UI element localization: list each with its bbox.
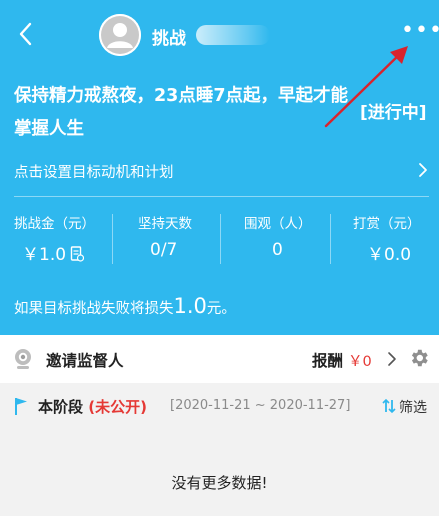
reward-label: 报酬 — [312, 352, 344, 370]
stat-separator — [220, 214, 221, 264]
stat-tips: 打赏（元） ￥0.0 — [353, 212, 437, 272]
goal-title: 保持精力戒熬夜，23点睡7点起，早起才能掌握人生 — [14, 86, 349, 139]
stat-challenge-money: 挑战金（元） ￥1.0 — [14, 212, 124, 272]
chevron-right-icon — [419, 163, 427, 177]
empty-list-message: 没有更多数据! — [171, 474, 268, 492]
stat-label: 坚持天数 — [138, 216, 192, 232]
chevron-right-icon — [388, 352, 396, 366]
loss-prefix: 如果目标挑战失败将损失 — [14, 301, 174, 317]
stat-separator — [112, 214, 113, 264]
reward-value: ￥0 — [348, 354, 372, 370]
stage-title: 本阶段 — [38, 398, 84, 416]
gear-icon[interactable] — [408, 347, 430, 369]
flag-icon — [15, 398, 27, 415]
stat-label: 挑战金（元） — [14, 216, 95, 232]
invite-supervisor-label: 邀请监督人 — [46, 352, 124, 370]
header-divider — [14, 196, 429, 197]
loss-suffix: 元。 — [206, 301, 236, 317]
stage-label: 本阶段 (未公开) — [38, 396, 147, 417]
stat-value: ￥0.0 — [367, 245, 412, 265]
nickname-redaction — [196, 25, 270, 45]
loss-amount: 1.0 — [173, 294, 207, 318]
stage-date-range: [2020-11-21 ~ 2020-11-27] — [170, 398, 351, 413]
receipt-icon[interactable] — [70, 246, 85, 262]
goal-status-badge: [进行中] — [360, 103, 427, 123]
back-button[interactable] — [14, 20, 38, 48]
motivation-plan-link[interactable]: 点击设置目标动机和计划 — [0, 152, 439, 188]
stat-label: 围观（人） — [244, 216, 312, 232]
current-stage-row: 本阶段 (未公开) [2020-11-21 ~ 2020-11-27] 筛选 — [0, 386, 439, 426]
default-avatar-icon — [99, 14, 141, 56]
invite-supervisor-row[interactable]: 邀请监督人 报酬 ￥0 — [0, 335, 439, 383]
stat-value: ￥1.0 — [22, 240, 132, 265]
challenge-header-panel: 挑战 ••• 保持精力戒熬夜，23点睡7点起，早起才能掌握人生 [进行中] 点击… — [0, 0, 439, 335]
chevron-left-icon — [19, 22, 32, 46]
user-avatar[interactable] — [99, 14, 141, 56]
stat-separator — [330, 214, 331, 264]
user-nickname: 挑战 — [152, 29, 186, 49]
sort-icon[interactable] — [382, 398, 396, 414]
camera-icon — [15, 349, 31, 369]
stat-persist-days: 坚持天数 0/7 — [138, 212, 248, 272]
loss-notice: 如果目标挑战失败将损失1.0元。 — [14, 294, 236, 318]
filter-button[interactable]: 筛选 — [399, 397, 427, 417]
stage-privacy: (未公开) — [88, 398, 147, 416]
stat-value-text: ￥1.0 — [22, 245, 67, 265]
stat-label: 打赏（元） — [353, 216, 421, 232]
stat-watchers: 围观（人） 0 — [244, 212, 354, 272]
motivation-link-text: 点击设置目标动机和计划 — [14, 165, 174, 181]
